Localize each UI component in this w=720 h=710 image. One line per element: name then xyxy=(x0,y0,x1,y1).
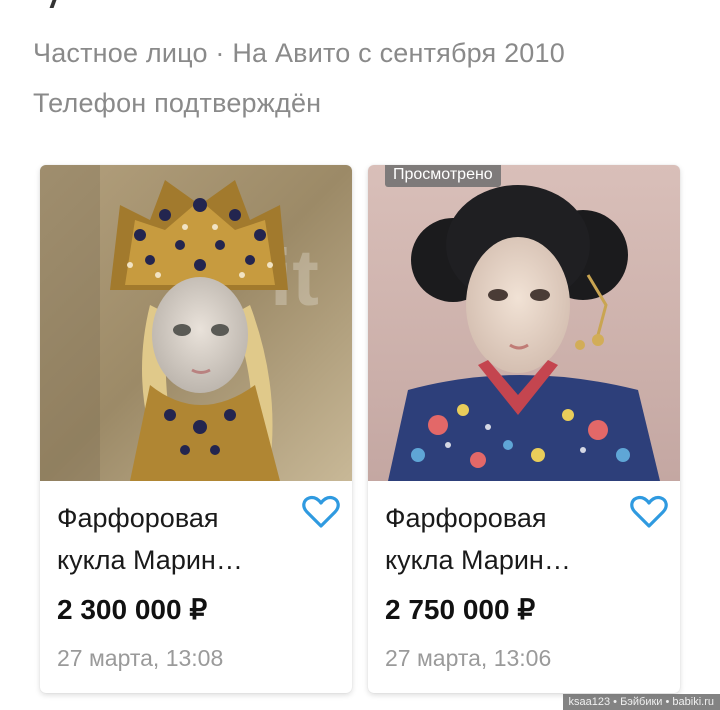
listing-title-line: кукла Марин… xyxy=(385,545,571,575)
listing-title-line: кукла Марин… xyxy=(57,545,243,575)
doll-chinese-dress-image xyxy=(368,165,680,481)
listing-card[interactable]: it Фарфоровая кукла Марин… 2 300 000 ₽ 2… xyxy=(40,165,352,693)
listing-price: 2 750 000 ₽ xyxy=(385,594,536,625)
heart-outline-icon[interactable] xyxy=(630,495,668,529)
listing-date: 27 марта, 13:06 xyxy=(385,645,552,671)
phone-verified: Телефон подтверждён xyxy=(33,88,322,118)
doll-kokoshnik-image: it xyxy=(40,165,352,481)
site-watermark: ksaa123 • Бэйбики • babiki.ru xyxy=(562,694,720,710)
listing-date: 27 марта, 13:08 xyxy=(57,645,224,671)
listing-price: 2 300 000 ₽ xyxy=(57,594,208,625)
heart-outline-icon[interactable] xyxy=(302,495,340,529)
seller-info: Частное лицо · На Авито с сентября 2010 xyxy=(33,38,565,68)
partial-glyph xyxy=(49,0,57,8)
seller-listings-page: Частное лицо · На Авито с сентября 2010 … xyxy=(0,0,720,710)
listing-title[interactable]: Фарфоровая кукла Марин… xyxy=(57,497,297,581)
listing-photo[interactable] xyxy=(368,165,680,481)
listing-title-line: Фарфоровая xyxy=(385,503,547,533)
listing-card[interactable]: Просмотрено Фарфоровая кукла Марин… 2 75… xyxy=(368,165,680,693)
listing-title-line: Фарфоровая xyxy=(57,503,219,533)
viewed-badge: Просмотрено xyxy=(385,165,501,187)
listing-photo[interactable]: it xyxy=(40,165,352,481)
listing-title[interactable]: Фарфоровая кукла Марин… xyxy=(385,497,625,581)
